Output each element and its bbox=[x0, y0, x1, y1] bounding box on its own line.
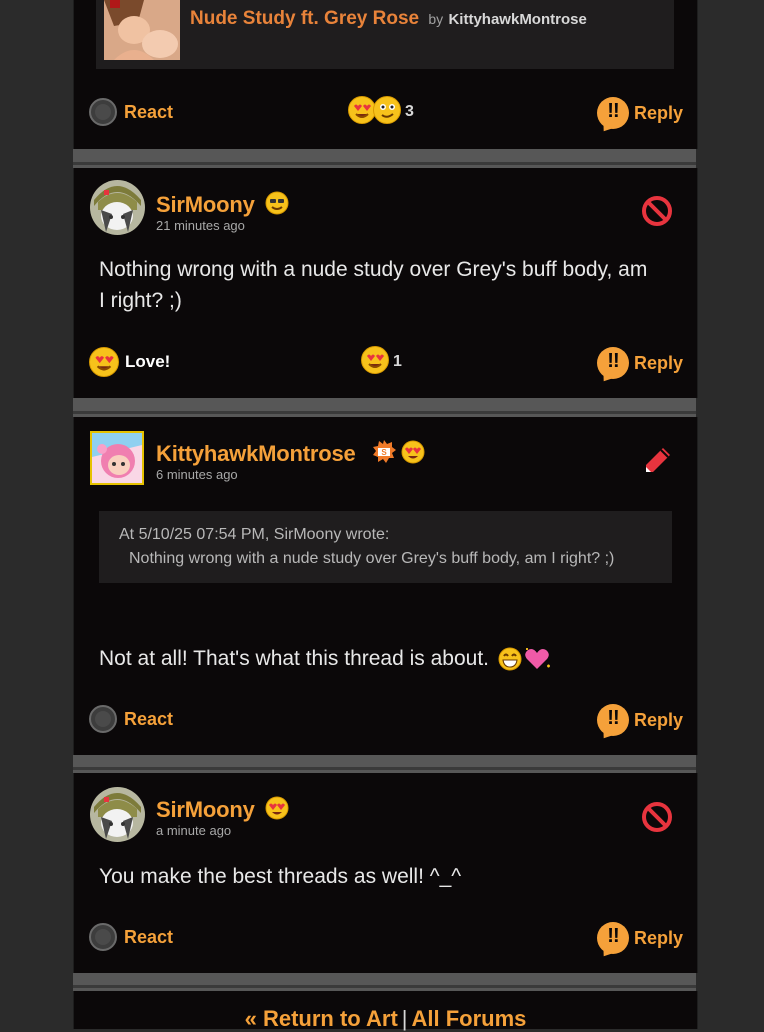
return-to-art-link[interactable]: « Return to Art bbox=[245, 1006, 398, 1031]
reply-icon: !! bbox=[596, 704, 629, 736]
reply-button[interactable]: !! Reply bbox=[596, 703, 683, 737]
reaction-count: 1 bbox=[393, 353, 402, 370]
post-card: Nude Study ft. Grey Rose by KittyhawkMon… bbox=[73, 0, 698, 149]
reaction-summary[interactable]: 3 bbox=[348, 96, 414, 124]
post-timestamp: 6 minutes ago bbox=[156, 467, 238, 482]
sparkling-heart-icon bbox=[523, 646, 551, 672]
heart-eyes-emoji-icon bbox=[348, 96, 376, 124]
post-card: SirMoony a minute ago You make the best … bbox=[73, 773, 698, 973]
reaction-summary[interactable]: 1 bbox=[361, 346, 402, 374]
reaction-count: 3 bbox=[405, 103, 414, 120]
divider bbox=[73, 162, 696, 165]
react-icon bbox=[89, 98, 117, 126]
footer-links: « Return to Art | All Forums bbox=[74, 1006, 697, 1032]
react-icon bbox=[89, 923, 117, 951]
love-label: Love! bbox=[125, 352, 171, 371]
reply-button[interactable]: !! Reply bbox=[596, 921, 683, 955]
post-body: Not at all! That's what this thread is a… bbox=[99, 647, 489, 670]
reply-label: Reply bbox=[633, 352, 683, 373]
art-preview-title[interactable]: Nude Study ft. Grey Rose by KittyhawkMon… bbox=[190, 8, 587, 30]
art-thumbnail[interactable] bbox=[104, 0, 180, 60]
react-label: React bbox=[124, 708, 174, 729]
art-preview-card[interactable]: Nude Study ft. Grey Rose by KittyhawkMon… bbox=[96, 0, 674, 69]
quote-block: At 5/10/25 07:54 PM, SirMoony wrote: Not… bbox=[99, 511, 672, 583]
post-body: You make the best threads as well! ^_^ bbox=[99, 865, 462, 888]
username-link[interactable]: SirMoony bbox=[156, 192, 255, 218]
reply-label: Reply bbox=[633, 927, 683, 948]
reply-button[interactable]: !! Reply bbox=[596, 96, 683, 130]
react-icon bbox=[89, 705, 117, 733]
username-link[interactable]: SirMoony bbox=[156, 797, 255, 823]
svg-text:S: S bbox=[381, 448, 387, 457]
love-reaction-button[interactable]: Love! bbox=[89, 346, 170, 378]
by-label: by bbox=[428, 11, 444, 27]
divider bbox=[73, 985, 696, 988]
moderator-badge-icon: S bbox=[371, 439, 397, 470]
reply-icon: !! bbox=[596, 97, 629, 129]
quote-body: Nothing wrong with a nude study over Gre… bbox=[129, 550, 615, 567]
art-title[interactable]: Nude Study ft. Grey Rose bbox=[190, 8, 419, 29]
link-separator: | bbox=[401, 1006, 408, 1031]
post-body-row: Not at all! That's what this thread is a… bbox=[99, 643, 659, 674]
react-label: React bbox=[124, 101, 174, 122]
avatar[interactable] bbox=[90, 180, 145, 235]
post-timestamp: 21 minutes ago bbox=[156, 218, 245, 233]
heart-eyes-emoji-icon bbox=[361, 346, 389, 374]
post-card: KittyhawkMontrose S 6 minutes ago At 5/1… bbox=[73, 417, 698, 755]
divider bbox=[73, 767, 696, 770]
block-icon[interactable] bbox=[641, 195, 673, 227]
react-button[interactable]: React bbox=[89, 921, 173, 953]
reply-button[interactable]: !! Reply bbox=[596, 346, 683, 380]
reply-icon: !! bbox=[596, 347, 629, 379]
post-body: Nothing wrong with a nude study over Gre… bbox=[99, 258, 648, 312]
grin-emoji-icon bbox=[497, 646, 523, 672]
username-link[interactable]: KittyhawkMontrose bbox=[156, 441, 356, 467]
thread-footer-nav: « Return to Art | All Forums bbox=[73, 991, 698, 1032]
reply-label: Reply bbox=[633, 709, 683, 730]
smug-emoji-icon bbox=[373, 96, 401, 124]
quote-header: At 5/10/25 07:54 PM, SirMoony wrote: bbox=[119, 526, 390, 543]
edit-icon[interactable] bbox=[641, 445, 673, 477]
heart-eyes-emoji-icon bbox=[400, 439, 426, 470]
all-forums-link[interactable]: All Forums bbox=[412, 1006, 527, 1031]
heart-eyes-emoji-icon bbox=[264, 795, 290, 826]
react-button[interactable]: React bbox=[89, 96, 173, 128]
heart-eyes-emoji-icon bbox=[89, 347, 119, 377]
react-label: React bbox=[124, 926, 174, 947]
avatar[interactable] bbox=[90, 431, 144, 485]
divider bbox=[73, 411, 696, 414]
avatar[interactable] bbox=[90, 787, 145, 842]
react-button[interactable]: React bbox=[89, 703, 173, 735]
post-card: SirMoony 21 minutes ago Nothing wrong wi… bbox=[73, 168, 698, 398]
block-icon[interactable] bbox=[641, 801, 673, 833]
post-timestamp: a minute ago bbox=[156, 823, 232, 838]
sunglasses-face-emoji-icon bbox=[264, 190, 290, 221]
reply-label: Reply bbox=[633, 102, 683, 123]
forum-thread-column: Nude Study ft. Grey Rose by KittyhawkMon… bbox=[73, 0, 698, 1032]
reply-icon: !! bbox=[596, 922, 629, 954]
art-author-link[interactable]: KittyhawkMontrose bbox=[448, 11, 586, 28]
